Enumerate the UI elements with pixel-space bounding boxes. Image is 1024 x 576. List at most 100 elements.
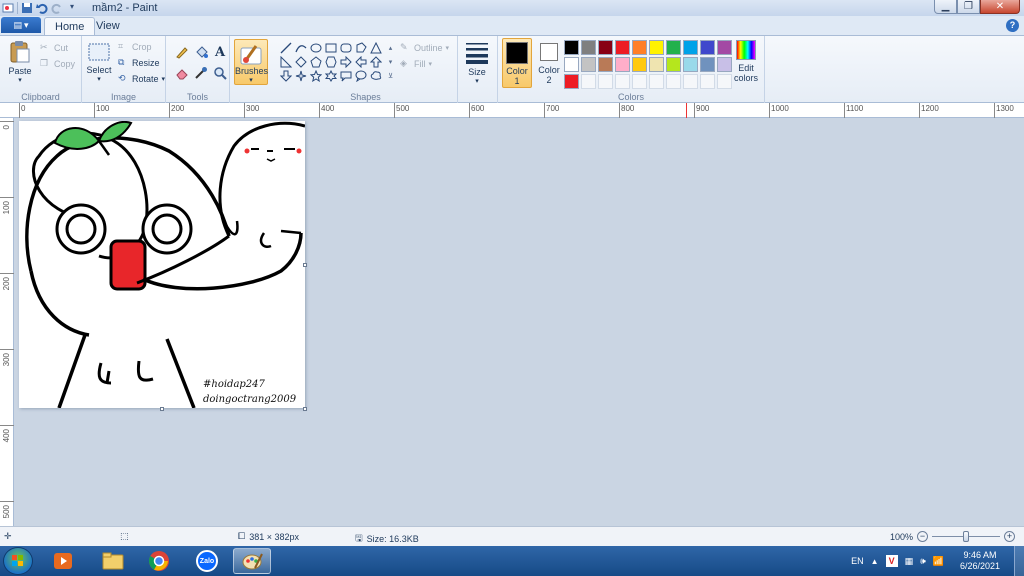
shapes-scroll-down-icon[interactable]: ▾: [384, 55, 397, 68]
diamond-shape-icon[interactable]: [294, 55, 307, 68]
shapes-expand-icon[interactable]: ⊻: [384, 69, 397, 82]
shapes-scroll-up-icon[interactable]: ▴: [384, 41, 397, 54]
fill-button[interactable]: ◈ Fill ▾: [400, 56, 432, 71]
left-arrow-shape-icon[interactable]: [354, 55, 367, 68]
color-swatch[interactable]: [683, 57, 698, 72]
taskbar-zalo[interactable]: Zalo: [188, 548, 226, 574]
right-arrow-shape-icon[interactable]: [339, 55, 352, 68]
magnifier-icon[interactable]: [212, 65, 228, 81]
taskbar-paint[interactable]: [233, 548, 271, 574]
show-desktop-button[interactable]: [1014, 546, 1024, 576]
color-picker-icon[interactable]: [193, 65, 209, 81]
crop-button[interactable]: ⌗ Crop: [118, 39, 152, 54]
color-swatch[interactable]: [581, 57, 596, 72]
zoom-out-icon[interactable]: −: [917, 531, 929, 542]
size-button[interactable]: Size ▾: [462, 40, 492, 86]
rectangle-shape-icon[interactable]: [324, 41, 337, 54]
save-icon[interactable]: [21, 2, 33, 14]
color-swatch[interactable]: [700, 74, 715, 89]
volume-icon[interactable]: 🕪: [920, 556, 926, 567]
color-swatch[interactable]: [700, 57, 715, 72]
four-point-star-shape-icon[interactable]: [294, 69, 307, 82]
triangle-shape-icon[interactable]: [369, 41, 382, 54]
edit-colors-button[interactable]: Edit colors: [731, 40, 761, 88]
color-swatch[interactable]: [649, 40, 664, 55]
color-swatch[interactable]: [564, 57, 579, 72]
zoom-slider-thumb[interactable]: [963, 531, 970, 542]
color-swatch[interactable]: [564, 74, 579, 89]
oval-callout-shape-icon[interactable]: [354, 69, 367, 82]
drawing-canvas[interactable]: #hoidap247 doingoctrang2009: [19, 121, 305, 408]
rotate-button[interactable]: ⟲ Rotate ▾: [118, 71, 165, 86]
select-button[interactable]: Select ▾: [86, 42, 112, 86]
hexagon-shape-icon[interactable]: [324, 55, 337, 68]
color-swatch[interactable]: [598, 74, 613, 89]
color-swatch[interactable]: [717, 57, 732, 72]
color-swatch[interactable]: [615, 40, 630, 55]
paint-app-icon[interactable]: [2, 2, 14, 14]
brushes-button[interactable]: Brushes ▾: [234, 39, 268, 85]
color-swatch[interactable]: [649, 57, 664, 72]
workspace[interactable]: #hoidap247 doingoctrang2009: [15, 118, 1024, 526]
polygon-shape-icon[interactable]: [354, 41, 367, 54]
file-menu-button[interactable]: ▤ ▾: [1, 17, 41, 33]
minimize-button[interactable]: ▁: [934, 0, 957, 14]
resize-handle-right[interactable]: [303, 263, 307, 267]
color1-button[interactable]: Color 1: [502, 38, 532, 88]
pentagon-shape-icon[interactable]: [309, 55, 322, 68]
tab-view[interactable]: View: [86, 17, 130, 35]
color-swatch[interactable]: [666, 40, 681, 55]
clock[interactable]: 9:46 AM 6/26/2021: [960, 550, 1000, 572]
color-swatch[interactable]: [717, 40, 732, 55]
rounded-rectangle-shape-icon[interactable]: [339, 41, 352, 54]
customize-chevron-icon[interactable]: ▾: [66, 2, 78, 14]
cut-button[interactable]: ✂ Cut: [40, 40, 68, 55]
color-swatch[interactable]: [581, 74, 596, 89]
resize-handle-corner[interactable]: [303, 407, 307, 411]
text-tool-icon[interactable]: A: [212, 44, 228, 60]
five-point-star-shape-icon[interactable]: [309, 69, 322, 82]
color-swatch[interactable]: [598, 57, 613, 72]
six-point-star-shape-icon[interactable]: [324, 69, 337, 82]
color-swatch[interactable]: [632, 40, 647, 55]
undo-icon[interactable]: [36, 2, 48, 14]
line-shape-icon[interactable]: [279, 41, 292, 54]
taskbar-media-player[interactable]: [44, 548, 82, 574]
help-icon[interactable]: ?: [1006, 19, 1019, 32]
zoom-slider[interactable]: [932, 531, 1001, 542]
eraser-icon[interactable]: [174, 65, 190, 81]
right-triangle-shape-icon[interactable]: [279, 55, 292, 68]
pencil-icon[interactable]: [174, 44, 190, 60]
color-swatch[interactable]: [632, 74, 647, 89]
color-swatch[interactable]: [649, 74, 664, 89]
color-swatch[interactable]: [683, 40, 698, 55]
input-language[interactable]: EN: [851, 556, 864, 566]
redo-icon[interactable]: [51, 2, 63, 14]
zoom-in-icon[interactable]: +: [1004, 531, 1016, 542]
oval-shape-icon[interactable]: [309, 41, 322, 54]
antivirus-icon[interactable]: V: [885, 555, 898, 567]
show-hidden-icons[interactable]: ▲: [871, 557, 879, 566]
color-swatch[interactable]: [615, 57, 630, 72]
color-swatch[interactable]: [615, 74, 630, 89]
outline-button[interactable]: ✎ Outline ▾: [400, 40, 449, 55]
devices-icon[interactable]: ▦: [905, 556, 914, 567]
color-swatch[interactable]: [632, 57, 647, 72]
color-swatch[interactable]: [666, 57, 681, 72]
cloud-callout-shape-icon[interactable]: [369, 69, 382, 82]
color2-button[interactable]: Color 2: [535, 38, 563, 88]
color-swatch[interactable]: [700, 40, 715, 55]
color-swatch[interactable]: [683, 74, 698, 89]
color-swatch[interactable]: [581, 40, 596, 55]
down-arrow-shape-icon[interactable]: [279, 69, 292, 82]
color-swatch[interactable]: [666, 74, 681, 89]
fill-bucket-icon[interactable]: [193, 44, 209, 60]
taskbar-explorer[interactable]: [94, 548, 132, 574]
color-swatch[interactable]: [564, 40, 579, 55]
network-icon[interactable]: 📶: [933, 556, 944, 567]
close-button[interactable]: ✕: [980, 0, 1020, 14]
copy-button[interactable]: ❐ Copy: [40, 56, 75, 71]
color-swatch[interactable]: [598, 40, 613, 55]
resize-button[interactable]: ⧉ Resize: [118, 55, 160, 70]
rounded-callout-shape-icon[interactable]: [339, 69, 352, 82]
